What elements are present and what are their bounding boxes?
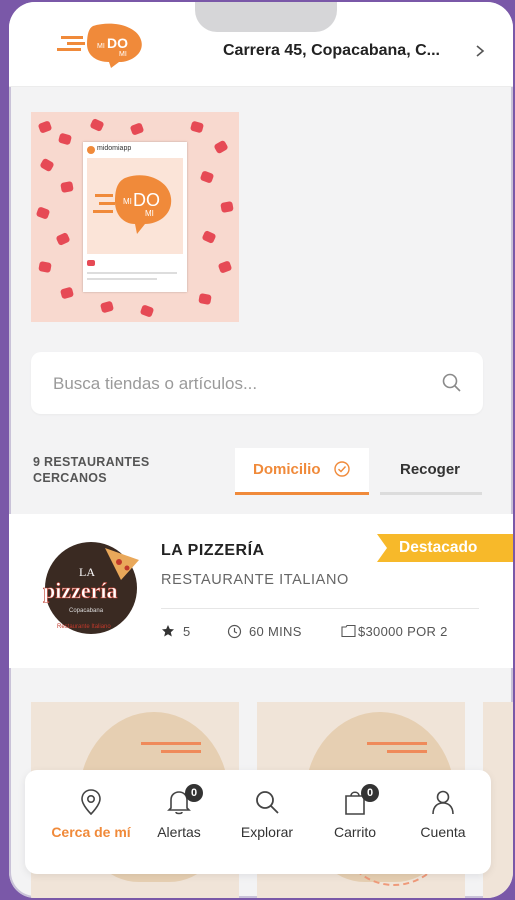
delivery-address[interactable]: Carrera 45, Copacabana, C... — [223, 42, 440, 60]
nav-explore-label: Explorar — [240, 824, 294, 840]
promo-handle: midomiapp — [97, 145, 132, 152]
tab-delivery[interactable]: Domicilio — [235, 448, 369, 495]
svg-text:MI: MI — [119, 51, 127, 58]
check-circle-icon — [334, 461, 350, 477]
heart-decoration — [60, 181, 74, 193]
star-icon — [162, 625, 174, 637]
featured-badge: Destacado — [377, 534, 513, 562]
heart-decoration — [213, 139, 229, 155]
nav-alerts[interactable]: 0 Alertas — [139, 770, 219, 874]
svg-text:LA: LA — [79, 565, 95, 579]
nav-explore[interactable]: Explorar — [227, 770, 307, 874]
divider — [161, 608, 479, 609]
location-pin-icon — [81, 789, 101, 816]
wallet-icon — [341, 624, 356, 638]
tab-pickup-label: Recoger — [400, 461, 461, 478]
svg-text:MI: MI — [97, 43, 105, 50]
tab-delivery-label: Domicilio — [253, 461, 321, 478]
caption-line — [87, 278, 157, 280]
heart-decoration — [129, 122, 145, 136]
heart-decoration — [189, 120, 205, 134]
nav-account-label: Cuenta — [420, 824, 466, 840]
heart-decoration — [139, 304, 155, 318]
heart-decoration — [59, 286, 75, 300]
chevron-right-icon[interactable] — [473, 43, 487, 59]
svg-text:Copacabana: Copacabana — [69, 608, 104, 614]
user-icon — [432, 790, 454, 815]
svg-text:pizzería: pizzería — [43, 578, 118, 603]
thumbnail-graphic — [387, 750, 427, 753]
nav-nearby-label: Cerca de mí — [51, 824, 131, 840]
nav-cart[interactable]: 0 Carrito — [315, 770, 395, 874]
nav-account[interactable]: Cuenta — [403, 770, 483, 874]
svg-text:DO: DO — [107, 35, 128, 51]
heart-decoration — [201, 229, 217, 245]
clock-icon — [227, 624, 242, 639]
heart-decoration — [220, 201, 234, 213]
restaurant-logo: LA pizzería Copacabana Restaurante Itali… — [35, 536, 145, 640]
heart-decoration — [39, 157, 55, 173]
search-bar[interactable]: Busca tiendas o artículos... — [31, 352, 483, 414]
bottom-navigation: Cerca de mí 0 Alertas Explorar 0 Carrito — [25, 770, 491, 874]
thumbnail-graphic — [161, 750, 201, 753]
price-value: $30000 POR 2 — [358, 624, 448, 639]
restaurant-count: 9 RESTAURANTES CERCANOS — [33, 455, 150, 485]
heart-decoration — [38, 261, 52, 273]
thumbnail-graphic — [141, 742, 201, 745]
caption-line — [87, 272, 177, 274]
heart-decoration — [89, 117, 105, 133]
svg-text:MI: MI — [123, 197, 132, 206]
tab-pickup[interactable]: Recoger — [380, 448, 482, 495]
heart-decoration — [99, 300, 115, 314]
promo-banner[interactable]: midomiapp MI DO MI — [31, 112, 239, 322]
heart-decoration — [57, 132, 73, 146]
alerts-count-badge: 0 — [185, 784, 203, 802]
svg-text:DO: DO — [133, 190, 160, 210]
nav-cart-label: Carrito — [333, 824, 376, 840]
promo-logo-graphic: MI DO MI — [93, 175, 172, 234]
like-icon — [87, 260, 95, 266]
delivery-time-value: 60 MINS — [249, 624, 302, 639]
heart-decoration — [198, 293, 212, 305]
heart-decoration — [37, 120, 53, 134]
avatar — [87, 146, 95, 154]
thumbnail-graphic — [367, 742, 427, 745]
nav-alerts-label: Alertas — [157, 824, 201, 840]
heart-decoration — [55, 231, 71, 247]
featured-badge-label: Destacado — [399, 539, 478, 556]
search-icon — [256, 791, 279, 814]
phone-frame: MI DO MI Carrera 45, Copacabana, C... mi… — [9, 2, 513, 898]
restaurant-name[interactable]: LA PIZZERÍA — [161, 542, 265, 560]
svg-text:MI: MI — [145, 209, 154, 218]
nav-nearby[interactable]: Cerca de mí — [51, 770, 131, 874]
svg-text:Restaurante Italiano: Restaurante Italiano — [57, 624, 111, 630]
heart-decoration — [199, 170, 215, 184]
cart-count-badge: 0 — [361, 784, 379, 802]
app-logo[interactable]: MI DO MI — [53, 22, 153, 68]
promo-image: MI DO MI — [87, 158, 183, 254]
search-input[interactable]: Busca tiendas o artículos... — [53, 374, 257, 394]
restaurant-card[interactable]: LA pizzería Copacabana Restaurante Itali… — [9, 514, 513, 668]
restaurant-type: RESTAURANTE ITALIANO — [161, 572, 349, 588]
rating-value: 5 — [183, 624, 191, 639]
promo-post-card: midomiapp MI DO MI — [83, 142, 187, 292]
heart-decoration — [35, 206, 51, 220]
search-icon[interactable] — [441, 372, 463, 394]
phone-notch — [195, 2, 337, 32]
heart-decoration — [217, 260, 233, 274]
